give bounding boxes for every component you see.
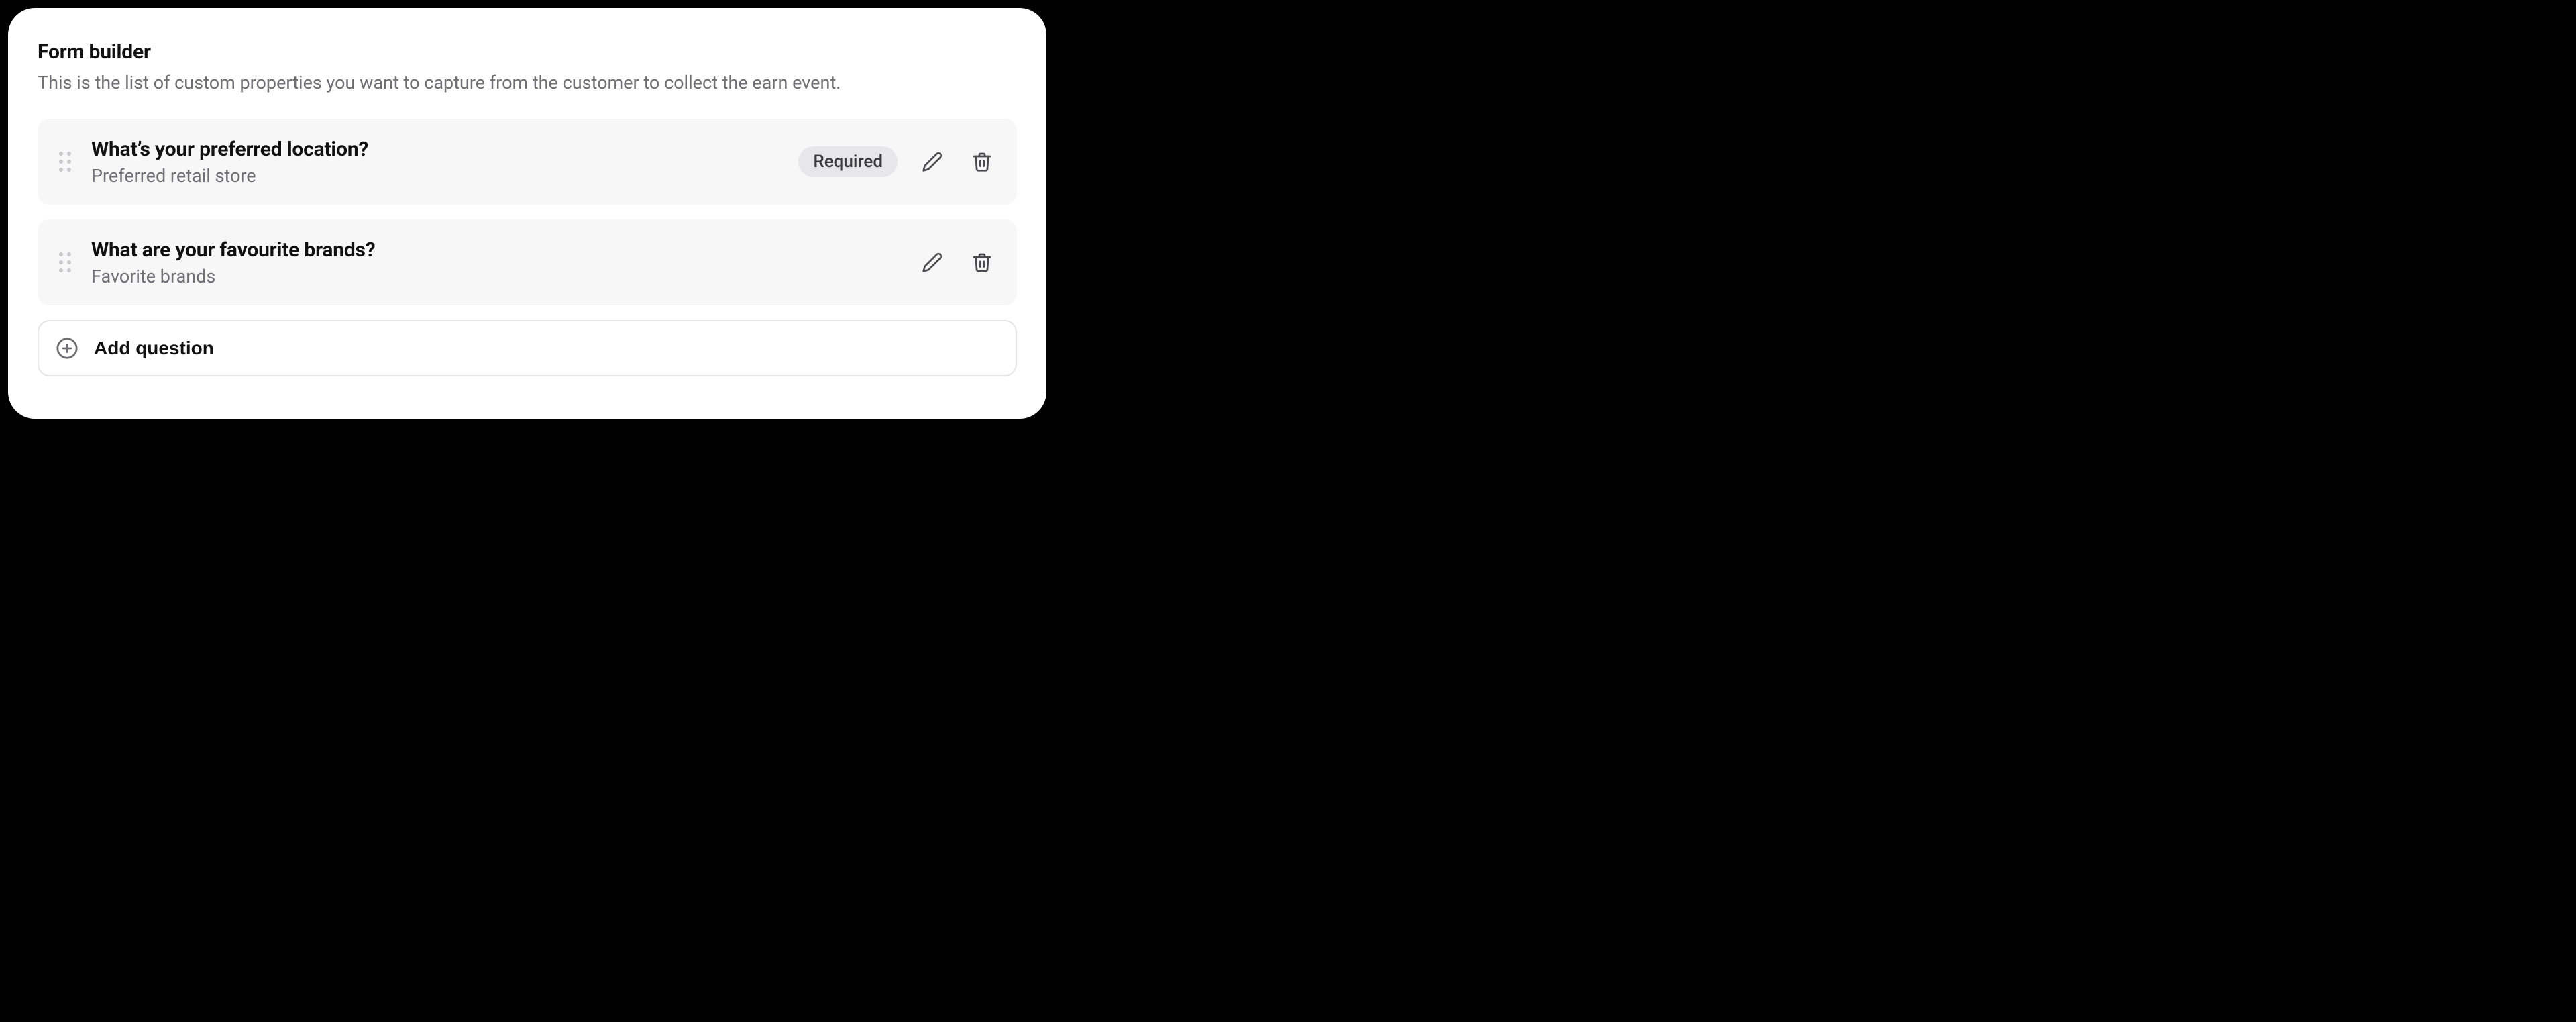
- edit-button[interactable]: [918, 147, 947, 176]
- add-question-button[interactable]: Add question: [38, 320, 1017, 376]
- drag-handle-icon[interactable]: [55, 147, 75, 176]
- question-row: What are your favourite brands? Favorite…: [38, 219, 1017, 305]
- add-question-label: Add question: [94, 338, 214, 359]
- question-title: What’s your preferred location?: [91, 138, 798, 161]
- question-row: What’s your preferred location? Preferre…: [38, 119, 1017, 205]
- plus-circle-icon: [55, 336, 79, 360]
- section-title: Form builder: [38, 40, 1017, 64]
- question-texts: What are your favourite brands? Favorite…: [91, 238, 918, 287]
- delete-button[interactable]: [967, 147, 997, 176]
- question-subtitle: Favorite brands: [91, 266, 918, 287]
- trash-icon: [971, 151, 993, 172]
- question-subtitle: Preferred retail store: [91, 165, 798, 187]
- required-badge: Required: [798, 146, 898, 177]
- question-list: What’s your preferred location? Preferre…: [38, 119, 1017, 305]
- question-actions: Required: [798, 146, 997, 177]
- question-texts: What’s your preferred location? Preferre…: [91, 138, 798, 187]
- pencil-icon: [922, 252, 943, 273]
- edit-button[interactable]: [918, 248, 947, 277]
- trash-icon: [971, 252, 993, 273]
- question-actions: [918, 248, 997, 277]
- drag-handle-icon[interactable]: [55, 248, 75, 277]
- delete-button[interactable]: [967, 248, 997, 277]
- pencil-icon: [922, 151, 943, 172]
- section-description: This is the list of custom properties yo…: [38, 70, 1017, 95]
- form-builder-card: Form builder This is the list of custom …: [8, 8, 1046, 419]
- question-title: What are your favourite brands?: [91, 238, 918, 262]
